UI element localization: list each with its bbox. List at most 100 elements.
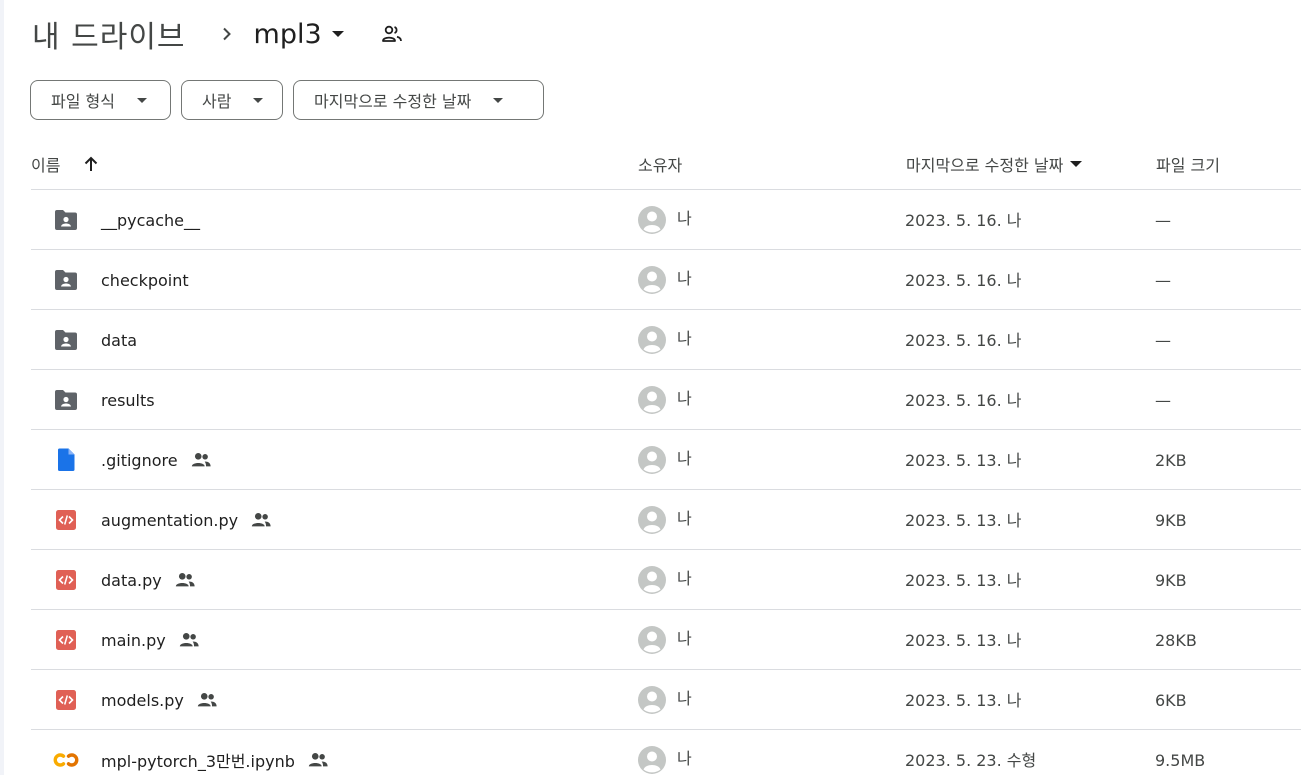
file-size: — (1155, 210, 1171, 230)
column-header-name[interactable]: 이름 (31, 152, 102, 176)
file-size: 28KB (1155, 630, 1197, 650)
column-label: 파일 크기 (1156, 156, 1220, 175)
file-size: 9KB (1155, 570, 1187, 590)
table-row[interactable]: data 나 2023. 5. 16. 나 — (31, 310, 1301, 370)
size-cell: — (1155, 370, 1171, 430)
file-name: results (101, 390, 155, 410)
modified-cell: 2023. 5. 13. 나 (905, 610, 1022, 670)
file-size: — (1155, 330, 1171, 350)
owner-name: 나 (677, 569, 692, 588)
table-row[interactable]: models.py 나 2023. 5. 13. 나 6KB (31, 670, 1301, 730)
shared-people-icon (196, 689, 218, 711)
modified-cell: 2023. 5. 16. 나 (905, 370, 1022, 430)
owner-name: 나 (677, 749, 692, 768)
filter-label: 파일 형식 (51, 92, 115, 111)
default-avatar-icon (637, 565, 667, 595)
owner-cell: 나 (637, 550, 692, 610)
caret-down-icon (331, 31, 344, 37)
left-edge-strip (0, 0, 4, 775)
default-avatar-icon (637, 625, 667, 655)
caret-down-icon (493, 97, 504, 103)
size-cell: — (1155, 310, 1171, 370)
default-avatar-icon (637, 505, 667, 535)
column-label: 마지막으로 수정한 날짜 (906, 156, 1064, 175)
modified-cell: 2023. 5. 13. 나 (905, 670, 1022, 730)
shared-people-icon (174, 569, 196, 591)
default-avatar-icon (637, 745, 667, 775)
column-header-size: 파일 크기 (1156, 152, 1220, 176)
modified-date: 2023. 5. 13. 나 (905, 451, 1022, 470)
table-row[interactable]: results 나 2023. 5. 16. 나 — (31, 370, 1301, 430)
size-cell: — (1155, 190, 1171, 250)
modified-date: 2023. 5. 13. 나 (905, 571, 1022, 590)
owner-name: 나 (677, 689, 692, 708)
owner-name: 나 (677, 629, 692, 648)
owner-cell: 나 (637, 610, 692, 670)
filter-last-modified[interactable]: 마지막으로 수정한 날짜 (293, 80, 544, 120)
shared-people-icon (178, 629, 200, 651)
text-file-icon (53, 430, 79, 490)
code-file-icon (53, 550, 79, 610)
file-list: __pycache__ 나 2023. 5. 16. 나 — checkpoin… (31, 190, 1301, 775)
file-name-cell: mpl-pytorch_3만번.ipynb (101, 730, 329, 775)
file-name-cell: data.py (101, 550, 196, 610)
default-avatar-icon (637, 325, 667, 355)
table-row[interactable]: augmentation.py 나 2023. 5. 13. 나 9KB (31, 490, 1301, 550)
modified-date: 2023. 5. 16. 나 (905, 391, 1022, 410)
modified-cell: 2023. 5. 16. 나 (905, 250, 1022, 310)
file-table: 이름 소유자 마지막으로 수정한 날짜 파일 크기 __pycache__ 나 … (31, 133, 1301, 775)
size-cell: 6KB (1155, 670, 1187, 730)
default-avatar-icon (637, 205, 667, 235)
size-cell: 9.5MB (1155, 730, 1205, 775)
file-name-cell: checkpoint (101, 250, 189, 310)
file-name: .gitignore (101, 450, 178, 470)
column-label: 소유자 (638, 156, 683, 175)
table-row[interactable]: .gitignore 나 2023. 5. 13. 나 2KB (31, 430, 1301, 490)
owner-cell: 나 (637, 370, 692, 430)
table-row[interactable]: checkpoint 나 2023. 5. 16. 나 — (31, 250, 1301, 310)
filter-label: 사람 (202, 92, 232, 111)
owner-cell: 나 (637, 250, 692, 310)
modified-date: 2023. 5. 16. 나 (905, 211, 1022, 230)
owner-name: 나 (677, 269, 692, 288)
code-file-icon (53, 490, 79, 550)
file-name: data.py (101, 570, 162, 590)
chevron-right-icon (212, 19, 242, 49)
owner-name: 나 (677, 449, 692, 468)
table-row[interactable]: __pycache__ 나 2023. 5. 16. 나 — (31, 190, 1301, 250)
filter-label: 마지막으로 수정한 날짜 (314, 92, 472, 111)
default-avatar-icon (637, 385, 667, 415)
size-cell: 9KB (1155, 490, 1187, 550)
owner-name: 나 (677, 389, 692, 408)
file-size: 2KB (1155, 450, 1187, 470)
shared-folder-icon (53, 190, 79, 250)
column-header-modified[interactable]: 마지막으로 수정한 날짜 (906, 152, 1083, 176)
owner-name: 나 (677, 509, 692, 528)
modified-date: 2023. 5. 13. 나 (905, 511, 1022, 530)
owner-cell: 나 (637, 670, 692, 730)
filter-people[interactable]: 사람 (181, 80, 283, 120)
table-row[interactable]: data.py 나 2023. 5. 13. 나 9KB (31, 550, 1301, 610)
default-avatar-icon (637, 445, 667, 475)
file-size: 6KB (1155, 690, 1187, 710)
file-name: main.py (101, 630, 166, 650)
shared-folder-icon (53, 250, 79, 310)
modified-cell: 2023. 5. 16. 나 (905, 310, 1022, 370)
table-row[interactable]: main.py 나 2023. 5. 13. 나 28KB (31, 610, 1301, 670)
file-size: — (1155, 270, 1171, 290)
current-folder-button[interactable]: mpl3 (254, 19, 344, 50)
code-file-icon (53, 610, 79, 670)
file-name: models.py (101, 690, 184, 710)
arrow-up-icon[interactable] (82, 154, 102, 174)
filter-file-type[interactable]: 파일 형식 (30, 80, 171, 120)
shared-people-icon (250, 509, 272, 531)
default-avatar-icon (637, 265, 667, 295)
file-name-cell: results (101, 370, 155, 430)
breadcrumb-root[interactable]: 내 드라이브 (32, 12, 186, 56)
shared-people-icon[interactable] (380, 21, 406, 47)
table-row[interactable]: mpl-pytorch_3만번.ipynb 나 2023. 5. 23. 수형 … (31, 730, 1301, 775)
current-folder-label: mpl3 (253, 18, 322, 50)
table-header: 이름 소유자 마지막으로 수정한 날짜 파일 크기 (31, 133, 1301, 190)
file-size: 9.5MB (1155, 750, 1206, 770)
file-name-cell: .gitignore (101, 430, 212, 490)
